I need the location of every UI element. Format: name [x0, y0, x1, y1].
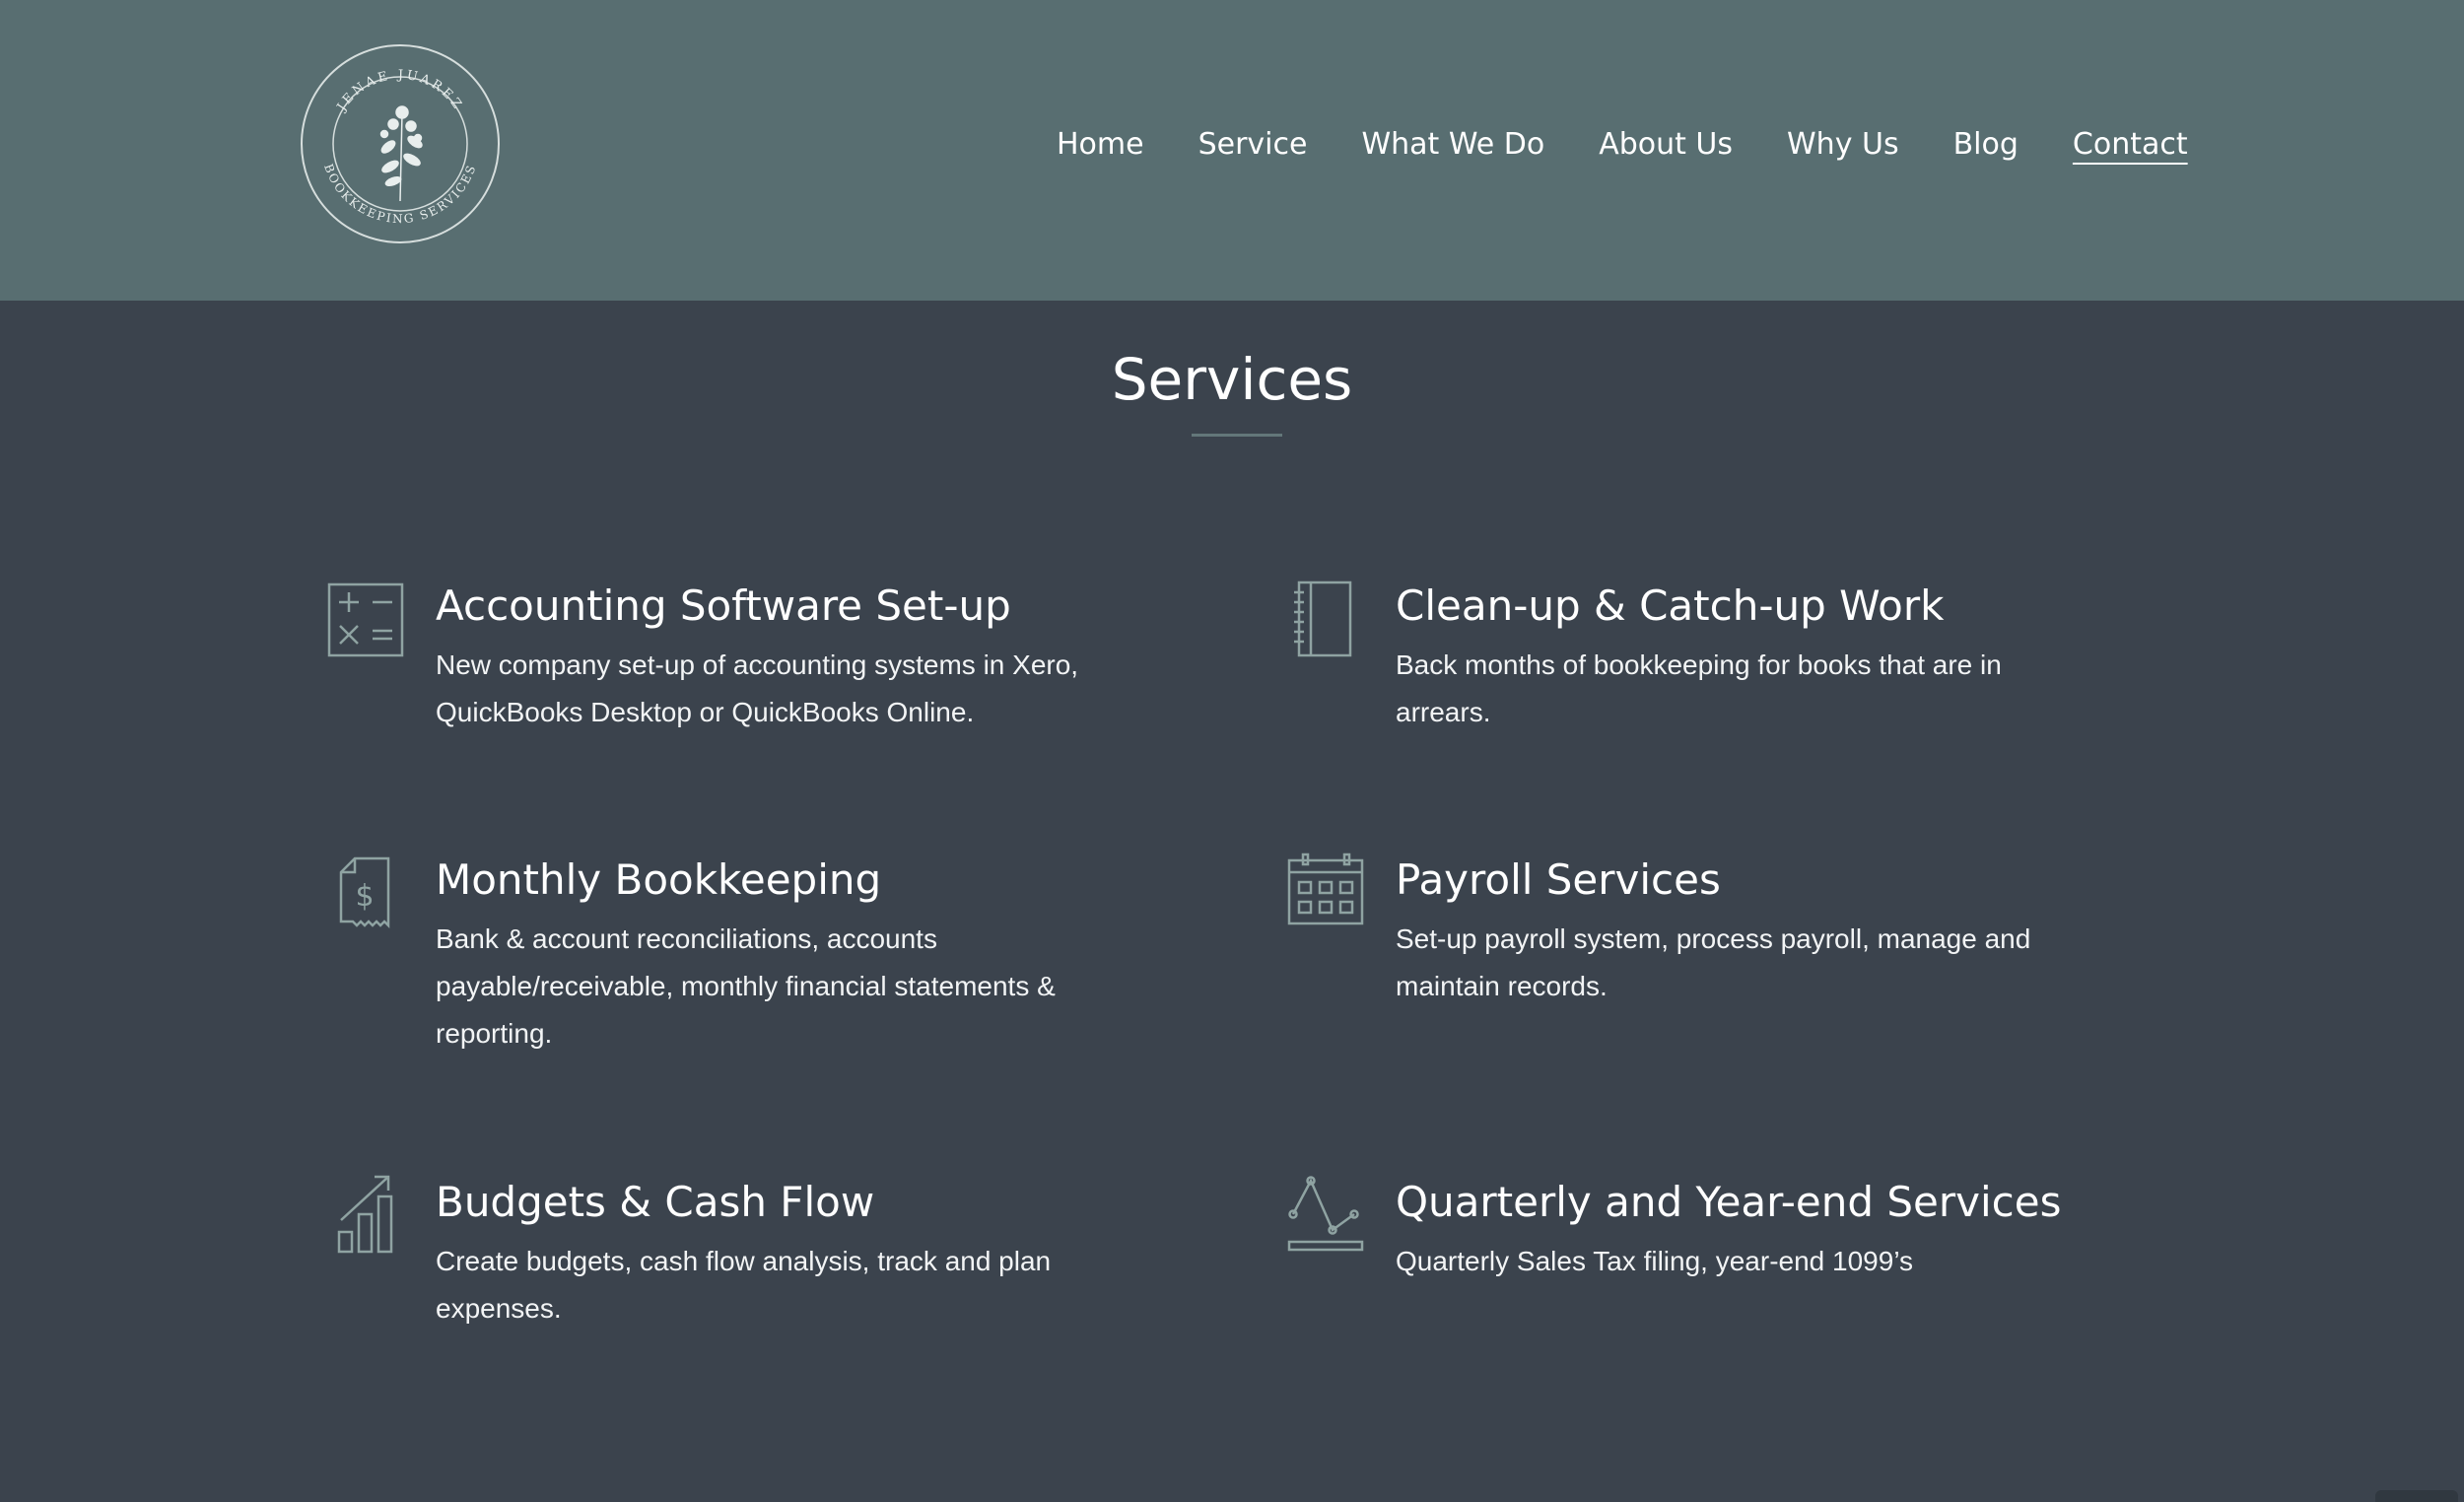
calculator-icon	[327, 577, 410, 659]
main-nav: Home Service What We Do About Us Why Us …	[1057, 120, 2188, 170]
nav-home[interactable]: Home	[1057, 120, 1144, 170]
nav-what-we-do[interactable]: What We Do	[1361, 120, 1544, 170]
service-title: Payroll Services	[1396, 855, 1721, 904]
nav-contact[interactable]: Contact	[2073, 120, 2188, 170]
service-description: Back months of bookkeeping for books tha…	[1396, 649, 2002, 727]
site-header: JENAE JUAREZ BOOKKEEPING SERVICES Home S…	[0, 0, 2464, 301]
service-title: Monthly Bookkeeping	[436, 855, 882, 904]
calendar-icon	[1287, 851, 1370, 933]
service-title: Accounting Software Set-up	[436, 581, 1011, 630]
corner-tab	[2375, 1490, 2458, 1502]
service-description: New company set-up of accounting systems…	[436, 649, 1079, 727]
service-title: Budgets & Cash Flow	[436, 1178, 875, 1226]
bar-chart-growth-icon	[327, 1173, 410, 1256]
nav-blog[interactable]: Blog	[1953, 120, 2019, 170]
nav-why-us[interactable]: Why Us	[1787, 120, 1899, 170]
service-description: Quarterly Sales Tax filing, year-end 109…	[1396, 1246, 1914, 1276]
section-title: Services	[1111, 346, 1353, 413]
title-divider	[1192, 434, 1282, 437]
nav-service[interactable]: Service	[1198, 120, 1308, 170]
service-title: Clean-up & Catch-up Work	[1396, 581, 1945, 630]
line-chart-icon	[1287, 1173, 1370, 1256]
service-description: Create budgets, cash flow analysis, trac…	[436, 1246, 1052, 1324]
svg-text:$: $	[355, 879, 374, 914]
service-title: Quarterly and Year-end Services	[1396, 1178, 2062, 1226]
service-description: Set-up payroll system, process payroll, …	[1396, 923, 2031, 1001]
flower-sprig-icon	[379, 105, 423, 202]
brand-logo[interactable]: JENAE JUAREZ BOOKKEEPING SERVICES	[300, 43, 501, 244]
nav-about-us[interactable]: About Us	[1599, 120, 1733, 170]
invoice-dollar-icon: $	[327, 851, 410, 933]
service-description: Bank & account reconciliations, accounts…	[436, 923, 1056, 1049]
notebook-icon	[1287, 577, 1370, 659]
